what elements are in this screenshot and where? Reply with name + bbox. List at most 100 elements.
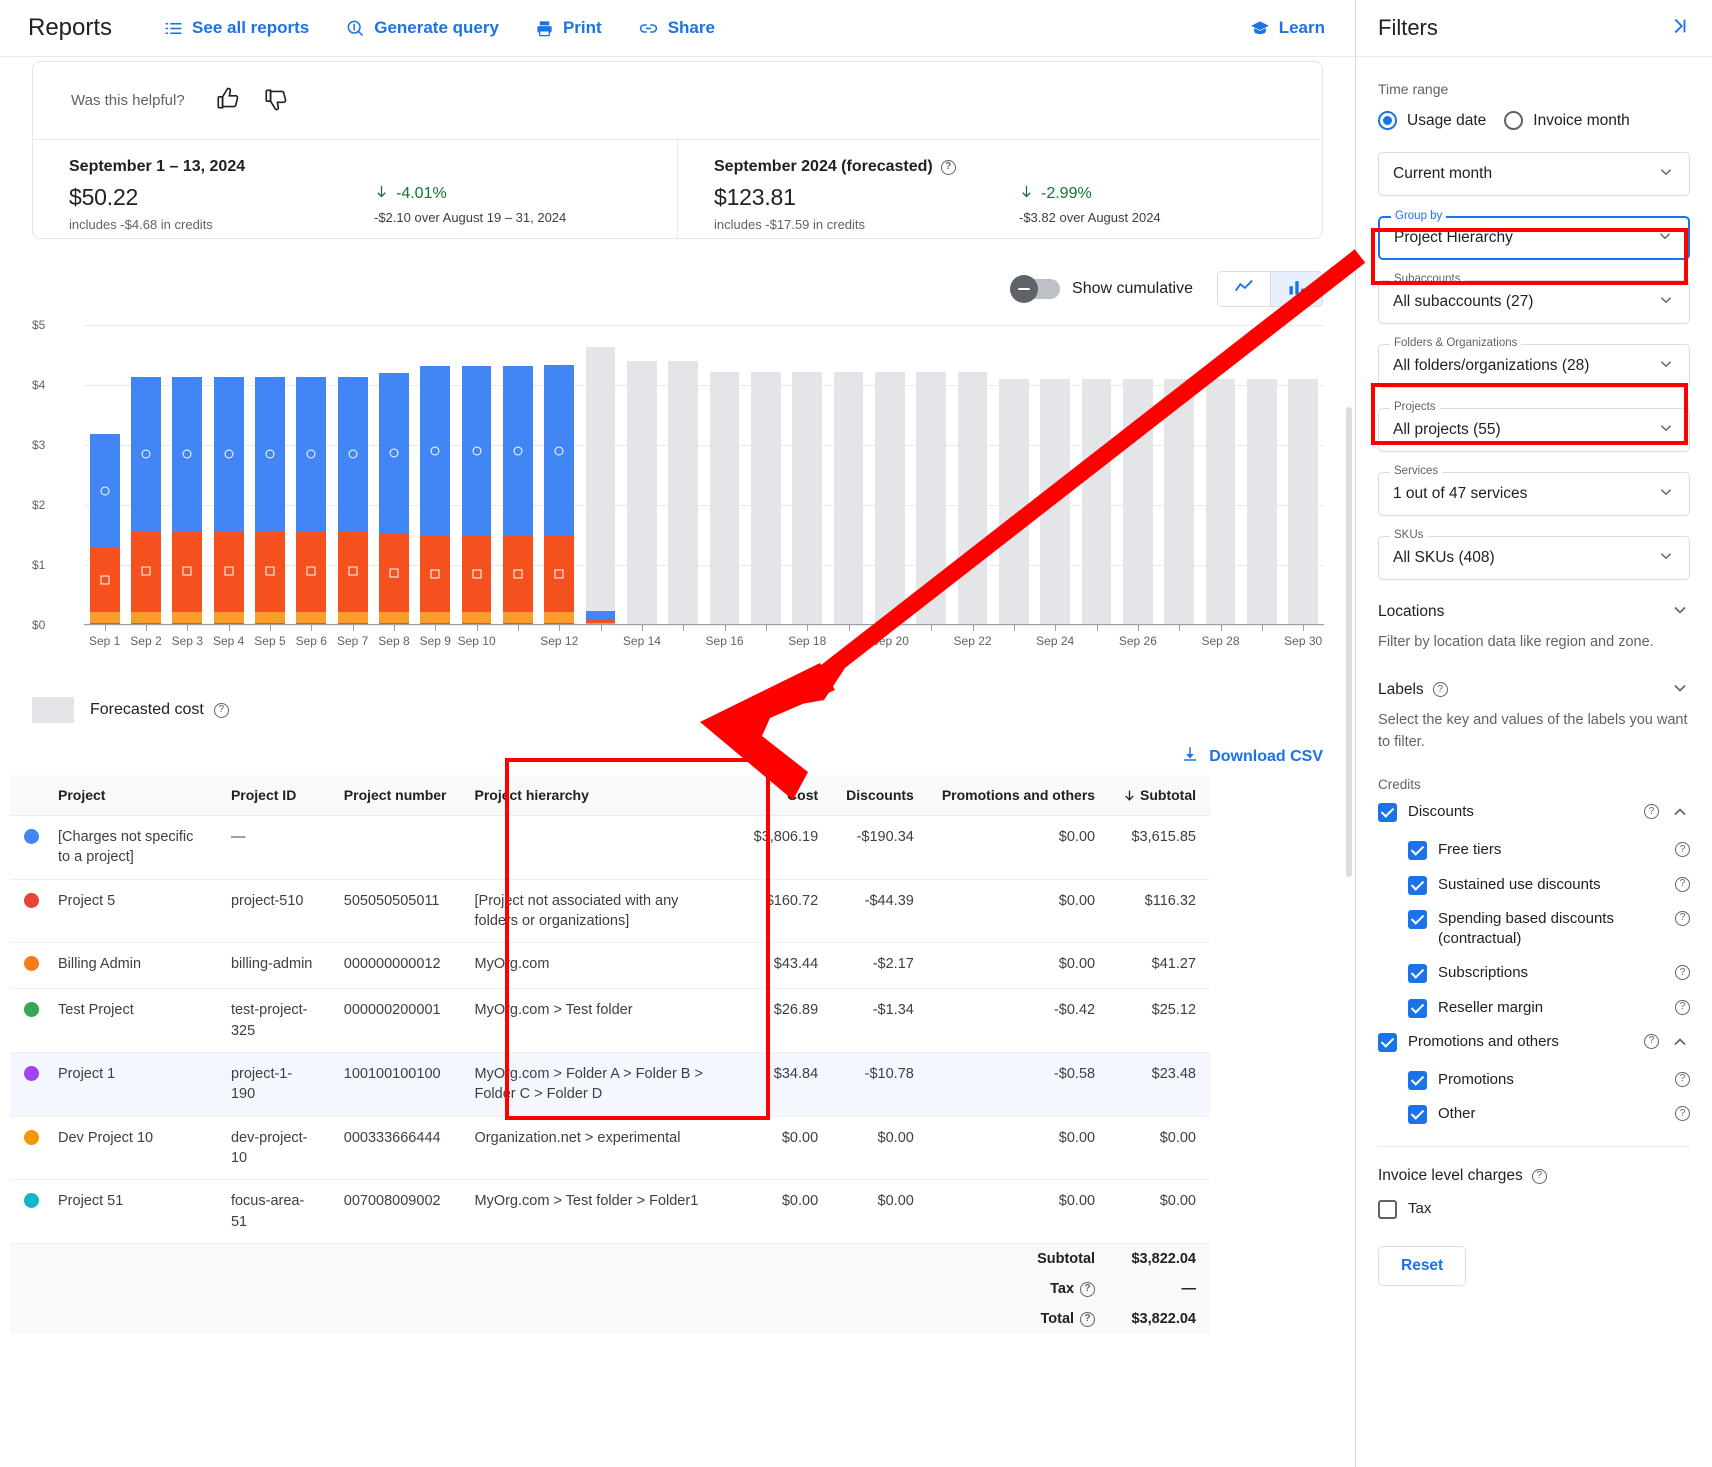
table-row[interactable]: Project 51 focus-area-51 007008009002 MyOrg… (10, 1179, 1210, 1244)
chart-bar-slot[interactable] (993, 325, 1034, 625)
chart-bar[interactable] (916, 371, 947, 625)
chart-bar[interactable] (503, 366, 533, 625)
checkbox-box[interactable] (1408, 909, 1427, 929)
print-button[interactable]: Print (535, 18, 602, 38)
chart-bar-slot[interactable] (828, 325, 869, 625)
filter-select-time-range[interactable]: Current month (1378, 152, 1690, 196)
chart-bar-slot[interactable] (249, 325, 290, 625)
chart-bar-slot[interactable] (869, 325, 910, 625)
chart-bar-slot[interactable] (911, 325, 952, 625)
chart-bar[interactable] (999, 379, 1029, 625)
chart-bar-slot[interactable] (704, 325, 745, 625)
table-row[interactable]: Test Project test-project-325 000000200001… (10, 988, 1210, 1054)
labels-section-header[interactable]: Labels ? (1378, 678, 1690, 702)
checkbox-promotions[interactable]: Promotions? (1408, 1070, 1690, 1090)
help-icon[interactable]: ? (1432, 682, 1448, 698)
table-header-cost[interactable]: Cost (739, 775, 833, 816)
bar-chart-view-button[interactable] (1270, 272, 1322, 306)
table-row[interactable]: Project 5 project-510 505050505011 [Project… (10, 879, 1210, 944)
checkbox-subscriptions[interactable]: Subscriptions? (1408, 963, 1690, 984)
reset-button[interactable]: Reset (1378, 1245, 1467, 1286)
chart-bar[interactable] (585, 347, 616, 625)
chart-bar[interactable] (1288, 379, 1319, 625)
filter-select-services[interactable]: Services 1 out of 47 services (1378, 465, 1690, 516)
help-icon[interactable]: ? (1675, 842, 1690, 858)
table-header-project-number[interactable]: Project number (329, 775, 461, 816)
chart-bar-slot[interactable] (663, 325, 704, 625)
checkbox-invoice-tax-box[interactable] (1378, 1200, 1397, 1220)
radio-usage-date[interactable]: Usage date (1378, 111, 1486, 130)
chart-bar-slot[interactable] (1035, 325, 1076, 625)
table-header-subtotal[interactable]: Subtotal (1109, 775, 1210, 816)
generate-query-button[interactable]: Generate query (345, 18, 499, 38)
chart-bar[interactable] (544, 365, 575, 625)
chart-bar-slot[interactable] (373, 325, 414, 625)
chart-bar-slot[interactable] (167, 325, 208, 625)
chart-bar-slot[interactable] (497, 325, 538, 625)
table-header-discounts[interactable]: Discounts (832, 775, 928, 816)
filter-select-projects[interactable]: Projects All projects (55) (1378, 401, 1690, 452)
filter-select-folders-organizations[interactable]: Folders & Organizations All folders/organ… (1378, 337, 1690, 388)
chart-bar[interactable] (172, 376, 203, 625)
checkbox-discounts[interactable]: Discounts? (1378, 802, 1690, 826)
chart-bar[interactable] (957, 371, 988, 625)
thumb-up-icon[interactable] (215, 86, 241, 116)
chart-bar-slot[interactable] (415, 325, 456, 625)
checkbox-box[interactable] (1378, 803, 1397, 823)
chart-bar[interactable] (379, 373, 409, 625)
help-icon[interactable]: ? (1531, 1168, 1547, 1184)
chevron-down-icon[interactable] (1670, 678, 1690, 702)
chart-bar[interactable] (668, 361, 699, 625)
table-row[interactable]: Billing Admin billing-admin 000000000012 My… (10, 942, 1210, 990)
chart-bar-slot[interactable] (787, 325, 828, 625)
chart-bar[interactable] (833, 371, 864, 625)
chevron-up-icon[interactable] (1670, 802, 1690, 826)
chart-bar[interactable] (627, 361, 657, 625)
help-icon[interactable]: ? (1675, 1106, 1690, 1121)
chart-bar[interactable] (89, 433, 120, 625)
chevron-down-icon[interactable] (1657, 419, 1675, 441)
locations-section-header[interactable]: Locations (1378, 600, 1690, 624)
checkbox-box[interactable] (1408, 841, 1427, 861)
checkbox-invoice-tax[interactable]: Tax (1378, 1199, 1690, 1220)
help-icon[interactable]: ? (1675, 999, 1690, 1015)
chart-bar[interactable] (751, 371, 781, 625)
chart-bar[interactable] (1081, 379, 1112, 625)
checkbox-reseller-margin[interactable]: Reseller margin? (1408, 998, 1690, 1018)
chart-bar[interactable] (709, 371, 740, 625)
filter-select-group-by[interactable]: Group by Project Hierarchy (1378, 210, 1690, 260)
chart-bar[interactable] (213, 376, 244, 625)
chart-bar-slot[interactable] (621, 325, 662, 625)
chart-bar-slot[interactable] (456, 325, 497, 625)
chart-bar[interactable] (255, 376, 285, 625)
chevron-up-icon[interactable] (1670, 1032, 1690, 1056)
chart-bar[interactable] (1122, 379, 1153, 625)
chart-bar[interactable] (875, 371, 905, 625)
chart-bar[interactable] (296, 376, 327, 625)
table-row[interactable]: Dev Project 10 dev-project-10 000333666444… (10, 1116, 1210, 1181)
chevron-down-icon[interactable] (1657, 483, 1675, 505)
help-icon[interactable]: ? (1675, 965, 1690, 981)
chart-bar-slot[interactable] (1241, 325, 1282, 625)
chevron-down-icon[interactable] (1656, 227, 1674, 249)
filter-select-skus[interactable]: SKUs All SKUs (408) (1378, 529, 1690, 580)
chart-bar-slot[interactable] (1159, 325, 1200, 625)
chart-bar-slot[interactable] (1076, 325, 1117, 625)
chart-bar[interactable] (1246, 379, 1277, 625)
chart-bar-slot[interactable] (1200, 325, 1241, 625)
checkbox-free-tiers[interactable]: Free tiers? (1408, 840, 1690, 861)
chevron-down-icon[interactable] (1657, 547, 1675, 569)
chart-bar-slot[interactable] (332, 325, 373, 625)
checkbox-box[interactable] (1378, 1032, 1397, 1052)
line-chart-view-button[interactable] (1218, 272, 1270, 306)
checkbox-other[interactable]: Other? (1408, 1104, 1690, 1124)
chevron-down-icon[interactable] (1657, 163, 1675, 185)
chart-bar-slot[interactable] (745, 325, 786, 625)
checkbox-promotions-and-others[interactable]: Promotions and others? (1378, 1032, 1690, 1056)
thumb-down-icon[interactable] (263, 86, 289, 116)
chart-bar-slot[interactable] (84, 325, 125, 625)
chart-bar[interactable] (792, 371, 823, 625)
chart-bar-slot[interactable] (952, 325, 993, 625)
learn-button[interactable]: Learn (1250, 18, 1325, 38)
chart-bar[interactable] (420, 366, 451, 625)
